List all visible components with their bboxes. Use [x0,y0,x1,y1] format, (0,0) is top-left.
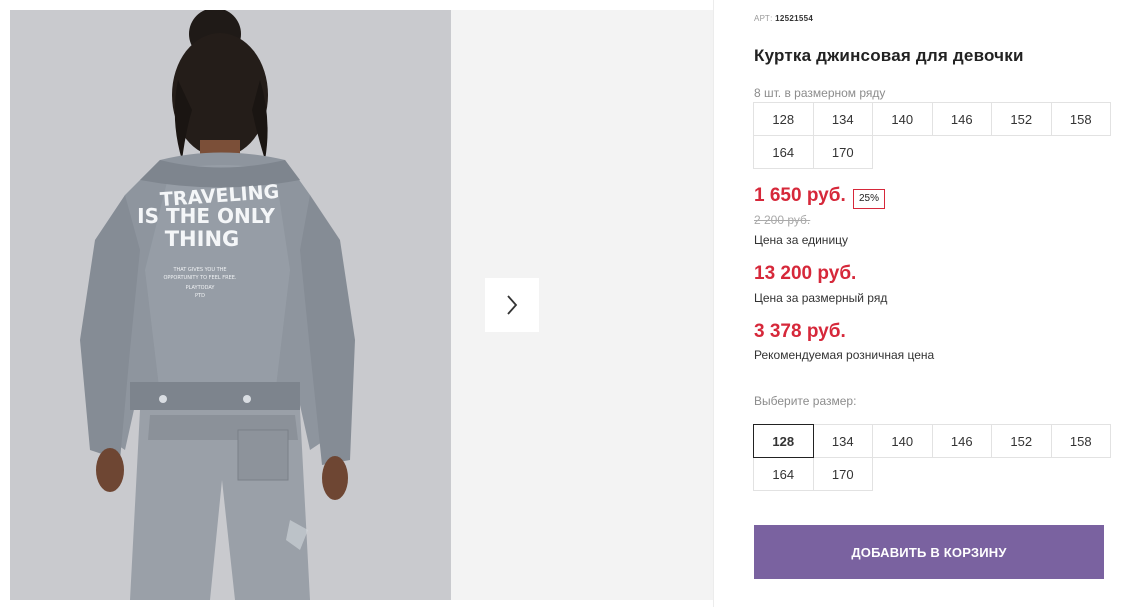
next-photo-button[interactable] [485,278,539,332]
print-small-3: PLAYTODAY [186,285,216,291]
size-option[interactable]: 134 [812,424,873,458]
size-option[interactable]: 152 [991,424,1052,458]
pack-size-grid: 128 134 140 146 152 158 164 170 [753,102,1111,169]
retail-price-label: Рекомендуемая розничная цена [754,348,935,362]
print-small-4: PTD [195,293,205,299]
unit-price-label: Цена за единицу [754,233,849,247]
add-to-cart-button[interactable]: ДОБАВИТЬ В КОРЗИНУ [754,525,1104,579]
size-option[interactable]: 164 [753,457,814,491]
discount-badge: 25% [853,189,886,209]
pack-size-cell: 164 [753,135,814,169]
size-selector: 128 134 140 146 152 158 164 170 [753,424,1111,491]
print-line-3: THING [165,227,240,251]
pack-price: 13 200 руб. [754,263,857,284]
chevron-right-icon [507,295,518,315]
pack-caption: 8 шт. в размерном ряду [754,86,886,100]
sku: АРТ: 12521554 [754,14,813,23]
size-option[interactable]: 128 [753,424,814,458]
pack-size-cell: 158 [1050,102,1111,136]
product-photo: TRAVELING IS THE ONLY THING THAT GIVES Y… [10,10,451,600]
size-option[interactable]: 170 [812,457,873,491]
product-title: Куртка джинсовая для девочки [754,46,1024,65]
print-small-2: OPPORTUNITY TO FEEL FREE. [163,275,236,281]
sku-value: 12521554 [775,14,814,23]
pack-size-cell: 146 [931,102,992,136]
product-photo-image: TRAVELING IS THE ONLY THING THAT GIVES Y… [10,10,451,600]
size-option[interactable]: 158 [1050,424,1111,458]
print-line-2: IS THE ONLY [137,204,275,228]
pack-price-label: Цена за размерный ряд [754,291,888,305]
product-gallery: TRAVELING IS THE ONLY THING THAT GIVES Y… [0,0,714,607]
old-price: 2 200 руб. [754,213,811,227]
panel-divider [713,0,714,607]
unit-price: 1 650 руб. [754,185,846,206]
pack-size-cell: 152 [991,102,1052,136]
choose-size-caption: Выберите размер: [754,394,857,408]
pack-size-cell: 140 [872,102,933,136]
sku-label: АРТ: [754,14,773,23]
size-option[interactable]: 140 [872,424,933,458]
pack-size-cell: 134 [812,102,873,136]
size-option[interactable]: 146 [931,424,992,458]
retail-price: 3 378 руб. [754,321,846,342]
pack-size-cell: 170 [812,135,873,169]
print-small-1: THAT GIVES YOU THE [172,267,226,273]
pack-size-cell: 128 [753,102,814,136]
